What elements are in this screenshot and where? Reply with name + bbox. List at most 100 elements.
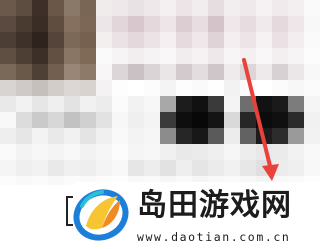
mosaic-tile (128, 112, 144, 128)
mosaic-tile (48, 0, 64, 16)
mosaic-tile (256, 160, 272, 176)
mosaic-tile (48, 144, 64, 160)
mosaic-tile (112, 80, 128, 96)
mosaic-tile (80, 0, 96, 16)
mosaic-tile (144, 144, 160, 160)
mosaic-tile (272, 64, 288, 80)
mosaic-tile (288, 32, 304, 48)
mosaic-tile (192, 48, 208, 64)
mosaic-tile (224, 80, 240, 96)
mosaic-tile (224, 160, 240, 176)
mosaic-tile (0, 64, 16, 80)
mosaic-tile (176, 48, 192, 64)
mosaic-tile (0, 144, 16, 160)
mosaic-tile (96, 128, 112, 144)
mosaic-tile (96, 144, 112, 160)
mosaic-tile (32, 0, 48, 16)
mosaic-tile (144, 48, 160, 64)
mosaic-tile (48, 176, 64, 185)
mosaic-tile (144, 160, 160, 176)
mosaic-tile (16, 176, 32, 185)
mosaic-tile (144, 0, 160, 16)
mosaic-tile (256, 64, 272, 80)
mosaic-tile (16, 128, 32, 144)
mosaic-tile (192, 96, 208, 112)
mosaic-tile (0, 160, 16, 176)
mosaic-tile (48, 112, 64, 128)
mosaic-tile (16, 48, 32, 64)
mosaic-tile (240, 96, 256, 112)
mosaic-tile (288, 64, 304, 80)
mosaic-tile (128, 80, 144, 96)
mosaic-tile (32, 128, 48, 144)
mosaic-tile (144, 64, 160, 80)
mosaic-tile (272, 32, 288, 48)
mosaic-tile (160, 160, 176, 176)
mosaic-tile (256, 0, 272, 16)
mosaic-tile (80, 160, 96, 176)
mosaic-tile (192, 80, 208, 96)
mosaic-tile (64, 32, 80, 48)
mosaic-tile (192, 64, 208, 80)
mosaic-tile (128, 160, 144, 176)
mosaic-tile (224, 16, 240, 32)
mosaic-tile (288, 96, 304, 112)
mosaic-tile (160, 32, 176, 48)
mosaic-tile (96, 48, 112, 64)
mosaic-tile (304, 32, 320, 48)
mosaic-tile (144, 80, 160, 96)
mosaic-tile (96, 160, 112, 176)
mosaic-tile (112, 144, 128, 160)
mosaic-tile (96, 16, 112, 32)
mosaic-tile (256, 144, 272, 160)
mosaic-tile (48, 160, 64, 176)
mosaic-tile (304, 64, 320, 80)
mosaic-tile (176, 160, 192, 176)
mosaic-tile (176, 112, 192, 128)
mosaic-tile (176, 128, 192, 144)
mosaic-tile (0, 128, 16, 144)
mosaic-tile (96, 96, 112, 112)
mosaic-tile (112, 64, 128, 80)
mosaic-tile (64, 96, 80, 112)
mosaic-tile (208, 32, 224, 48)
mosaic-tile (144, 112, 160, 128)
mosaic-tile (32, 112, 48, 128)
mosaic-tile (272, 16, 288, 32)
mosaic-tile (208, 144, 224, 160)
mosaic-tile (240, 0, 256, 16)
mosaic-tile (64, 64, 80, 80)
mosaic-tile (48, 128, 64, 144)
mosaic-tile (288, 144, 304, 160)
mosaic-tile (272, 144, 288, 160)
mosaic-tile (32, 16, 48, 32)
mosaic-tile (128, 48, 144, 64)
mosaic-tile (112, 16, 128, 32)
mosaic-tile (240, 80, 256, 96)
mosaic-tile (128, 128, 144, 144)
mosaic-tile (80, 16, 96, 32)
mosaic-tile (32, 64, 48, 80)
daotian-logo-icon (73, 189, 129, 241)
brand-url: www.daotian.com.cn (137, 230, 291, 244)
mosaic-tile (256, 80, 272, 96)
mosaic-tile (160, 128, 176, 144)
mosaic-tile (128, 0, 144, 16)
mosaic-tile (16, 0, 32, 16)
mosaic-tile (80, 96, 96, 112)
mosaic-tile (80, 80, 96, 96)
mosaic-tile (128, 64, 144, 80)
mosaic-tile (112, 160, 128, 176)
mosaic-tile (112, 112, 128, 128)
mosaic-tile (0, 16, 16, 32)
mosaic-tile (0, 96, 16, 112)
mosaic-tile (96, 32, 112, 48)
mosaic-tile (80, 32, 96, 48)
mosaic-tile (64, 48, 80, 64)
mosaic-tile (160, 64, 176, 80)
mosaic-tile (16, 16, 32, 32)
mosaic-tile (256, 32, 272, 48)
logo-accent-cyan (80, 190, 104, 208)
mosaic-tile (0, 32, 16, 48)
mosaic-tile (240, 144, 256, 160)
